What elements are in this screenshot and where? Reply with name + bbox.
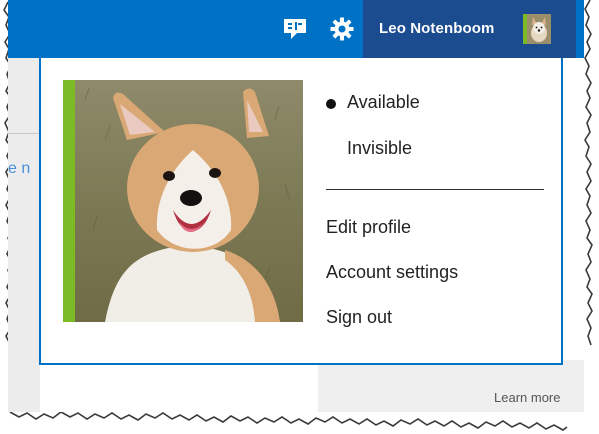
- presence-accent-bar: [63, 80, 75, 322]
- background-link-fragment: e n: [8, 160, 31, 177]
- menu-divider: [326, 189, 544, 190]
- learn-more-link[interactable]: Learn more: [494, 390, 560, 405]
- background-divider: [8, 133, 40, 134]
- avatar-dog-icon: [523, 14, 551, 44]
- top-bar: Leo Notenboom: [8, 0, 584, 58]
- background-left-panel: [8, 58, 40, 412]
- account-menu: Available Invisible Edit profile Account…: [326, 58, 556, 358]
- screenshot-scene: e n Learn more Leo Notenboom Available I…: [8, 0, 584, 412]
- profile-photo-image: [75, 80, 303, 322]
- account-dropdown: Available Invisible Edit profile Account…: [39, 58, 563, 365]
- sign-out-link[interactable]: Sign out: [326, 307, 392, 328]
- user-name: Leo Notenboom: [379, 20, 495, 37]
- status-available-label: Available: [347, 92, 420, 112]
- user-account-button[interactable]: Leo Notenboom: [363, 0, 576, 58]
- edit-profile-link[interactable]: Edit profile: [326, 217, 411, 238]
- profile-photo[interactable]: [63, 80, 303, 322]
- status-invisible-label: Invisible: [347, 138, 413, 158]
- chat-bubble-icon[interactable]: [282, 17, 308, 41]
- account-settings-link[interactable]: Account settings: [326, 262, 458, 283]
- gear-icon[interactable]: [329, 17, 355, 41]
- selected-indicator-icon: [326, 99, 336, 109]
